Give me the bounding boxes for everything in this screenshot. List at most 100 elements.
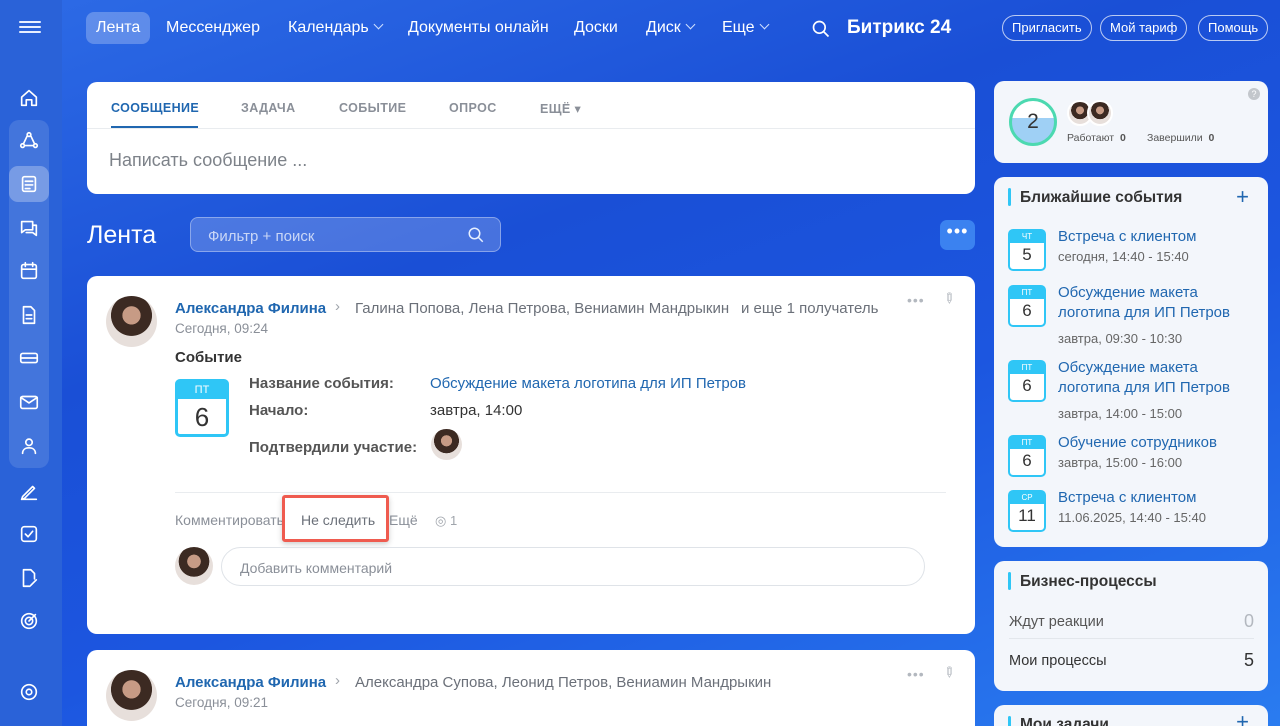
feed-more-button[interactable]: •••	[940, 220, 975, 250]
tab-poll[interactable]: ОПРОС	[449, 101, 497, 115]
comment-link[interactable]: Комментировать	[175, 512, 284, 528]
bp-waiting-count: 0	[1243, 611, 1254, 631]
menu-icon[interactable]	[19, 18, 41, 38]
message-input[interactable]: Написать сообщение ...	[109, 150, 307, 171]
tasks-title: Мои задачи	[1020, 716, 1109, 726]
pin-icon[interactable]: ✎	[939, 288, 959, 308]
event-title[interactable]: Обсуждение макета логотипа для ИП Петров	[1058, 283, 1248, 322]
event-name-label: Название события:	[249, 375, 394, 392]
bp-waiting-label[interactable]: Ждут реакции	[1009, 614, 1104, 630]
avatar[interactable]	[106, 296, 157, 347]
event-time: 11.06.2025, 14:40 - 15:40	[1058, 510, 1206, 525]
post-more-link[interactable]: Ещё	[389, 512, 418, 528]
filter-search-input[interactable]: Фильтр + поиск	[190, 217, 501, 252]
flow-icon[interactable]	[9, 123, 49, 159]
chevron-down-icon	[373, 19, 384, 30]
feed-icon[interactable]	[9, 166, 49, 202]
nav-more[interactable]: Еще	[722, 19, 770, 37]
event-title[interactable]: Встреча с клиентом	[1058, 227, 1248, 247]
post-type: Событие	[175, 349, 242, 366]
chevron-right-icon: ›	[335, 672, 340, 689]
tariff-button[interactable]: Мой тариф	[1100, 15, 1188, 41]
post-time: Сегодня, 09:21	[175, 695, 269, 710]
chat-icon[interactable]	[9, 210, 49, 246]
feed-post: Александра Филина › Александра Супова, Л…	[87, 650, 975, 726]
tab-task[interactable]: ЗАДАЧА	[241, 101, 296, 115]
feed-post: Александра Филина › Галина Попова, Лена …	[87, 276, 975, 634]
accent-bar	[1008, 188, 1011, 206]
post-time: Сегодня, 09:24	[175, 321, 269, 336]
post-author[interactable]: Александра Филина	[175, 674, 326, 691]
event-date-icon: СР 11	[1008, 490, 1046, 532]
sign-icon[interactable]	[9, 560, 49, 596]
event-date-icon: ЧТ 5	[1008, 229, 1046, 271]
pen-icon[interactable]	[9, 474, 49, 510]
nav-feed[interactable]: Лента	[86, 12, 151, 44]
document-icon[interactable]	[9, 297, 49, 333]
event-item[interactable]: СР 11 Встреча с клиентом 11.06.2025, 14:40 …	[1008, 488, 1258, 538]
home-icon[interactable]	[9, 80, 49, 116]
event-start-label: Начало:	[249, 402, 309, 419]
event-time: завтра, 09:30 - 10:30	[1058, 331, 1183, 346]
invite-button[interactable]: Пригласить	[1002, 15, 1092, 41]
event-title[interactable]: Встреча с клиентом	[1058, 488, 1248, 508]
post-author[interactable]: Александра Филина	[175, 300, 326, 317]
add-task-icon[interactable]: +	[1236, 709, 1249, 726]
avatar	[1087, 100, 1113, 126]
unfollow-button[interactable]: Не следить	[301, 512, 375, 528]
participant-avatar[interactable]	[431, 429, 462, 460]
nav-calendar[interactable]: Календарь	[288, 19, 384, 37]
event-calendar-icon: ПТ 6	[175, 379, 229, 437]
post-menu-icon[interactable]: •••	[907, 292, 925, 308]
tab-event[interactable]: СОБЫТИЕ	[339, 101, 406, 115]
bp-mine-label[interactable]: Мои процессы	[1009, 653, 1107, 669]
confirmed-label: Подтвердили участие:	[249, 439, 418, 456]
event-item[interactable]: ПТ 6 Обсуждение макета логотипа для ИП Пет…	[1008, 283, 1258, 346]
event-item[interactable]: ПТ 6 Обучение сотрудников завтра, 15:00 - 1…	[1008, 433, 1258, 483]
tasks-widget: Мои задачи +	[994, 705, 1268, 726]
event-item[interactable]: ЧТ 5 Встреча с клиентом сегодня, 14:40 - 15…	[1008, 227, 1258, 277]
finished-counter: Завершили 0	[1147, 132, 1215, 144]
tab-message[interactable]: СООБЩЕНИЕ	[111, 101, 199, 115]
event-title[interactable]: Обсуждение макета логотипа для ИП Петров	[1058, 358, 1248, 397]
nav-disk[interactable]: Диск	[646, 19, 696, 37]
search-icon[interactable]	[811, 19, 831, 39]
post-recipients[interactable]: Галина Попова, Лена Петрова, Вениамин Ма…	[355, 300, 729, 317]
comment-input[interactable]: Добавить комментарий	[221, 547, 925, 586]
tab-more[interactable]: ЕЩЁ ▾	[540, 101, 581, 116]
settings-icon[interactable]	[9, 674, 49, 710]
target-icon[interactable]	[9, 603, 49, 639]
divider	[1009, 638, 1254, 639]
chevron-down-icon	[685, 19, 696, 30]
unfollow-highlight: Не следить	[282, 495, 389, 542]
post-menu-icon[interactable]: •••	[907, 666, 925, 682]
add-event-icon[interactable]: +	[1236, 184, 1249, 210]
drive-icon[interactable]	[9, 340, 49, 376]
nav-messenger[interactable]: Мессенджер	[166, 19, 260, 37]
working-counter: Работают 0	[1067, 132, 1126, 144]
status-counter[interactable]: 2	[1009, 98, 1057, 146]
help-button[interactable]: Помощь	[1198, 15, 1269, 41]
pin-icon[interactable]: ✎	[939, 662, 959, 682]
divider	[175, 492, 946, 493]
brand-logo[interactable]: Битрикс 24	[847, 17, 951, 39]
search-icon[interactable]	[467, 226, 485, 244]
filter-placeholder: Фильтр + поиск	[208, 228, 315, 245]
calendar-icon[interactable]	[9, 253, 49, 289]
event-date-icon: ПТ 6	[1008, 285, 1046, 327]
event-title[interactable]: Обучение сотрудников	[1058, 433, 1248, 453]
nav-boards[interactable]: Доски	[574, 19, 618, 37]
avatar[interactable]	[106, 670, 157, 721]
event-name-link[interactable]: Обсуждение макета логотипа для ИП Петров	[430, 375, 746, 392]
page-title: Лента	[87, 221, 157, 249]
nav-docs[interactable]: Документы онлайн	[408, 19, 549, 37]
users-icon[interactable]	[9, 428, 49, 464]
more-recipients-link[interactable]: и еще 1 получатель	[741, 300, 878, 317]
post-recipients[interactable]: Александра Супова, Леонид Петров, Вениам…	[355, 674, 771, 691]
chevron-down-icon	[759, 19, 770, 30]
tasks-icon[interactable]	[9, 516, 49, 552]
top-navigation: Лента Мессенджер Календарь Документы онл…	[62, 0, 1280, 58]
event-item[interactable]: ПТ 6 Обсуждение макета логотипа для ИП Пет…	[1008, 358, 1258, 421]
help-icon[interactable]: ?	[1248, 88, 1260, 100]
mail-icon[interactable]	[9, 384, 49, 420]
